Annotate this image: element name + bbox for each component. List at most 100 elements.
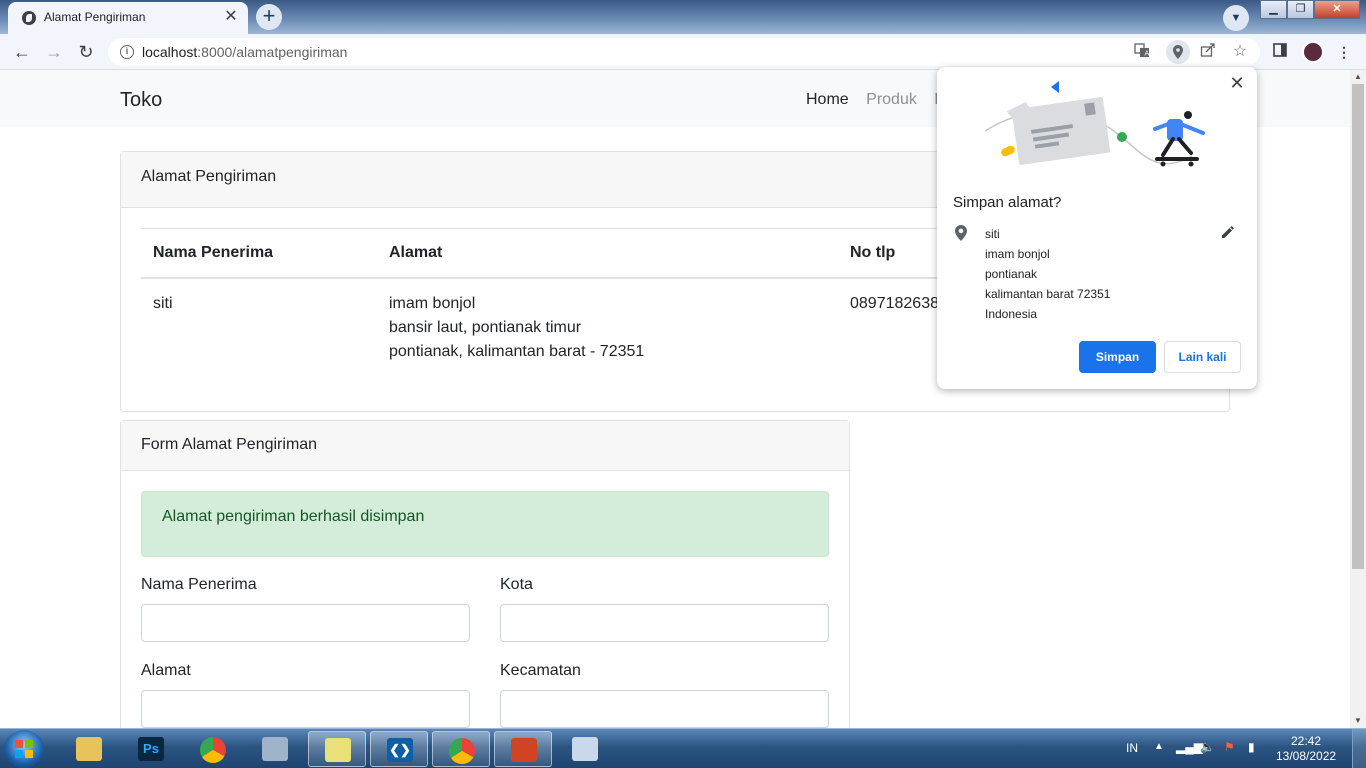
- tab-title: Alamat Pengiriman: [44, 10, 146, 24]
- popup-title: Simpan alamat?: [953, 194, 1062, 211]
- column-header-nama: Nama Penerima: [153, 244, 274, 261]
- taskbar-explorer[interactable]: [60, 731, 118, 767]
- keyboard-icon: [262, 737, 288, 761]
- address-bar[interactable]: i localhost:8000/alamatpengiriman A ☆: [108, 38, 1260, 66]
- form-card: Form Alamat Pengiriman Alamat pengiriman…: [120, 420, 850, 750]
- action-center-flag-icon[interactable]: ⚑: [1224, 740, 1235, 754]
- address-line: imam bonjol: [389, 295, 476, 312]
- taskbar-photoshop[interactable]: Ps: [122, 731, 180, 767]
- forward-arrow-icon[interactable]: →: [42, 40, 66, 64]
- clock-date: 13/08/2022: [1276, 749, 1337, 763]
- share-icon[interactable]: [1198, 42, 1218, 62]
- vscode-icon: ❮❯: [387, 738, 413, 762]
- tray-expand-icon[interactable]: ▲: [1154, 741, 1164, 752]
- scroll-thumb[interactable]: [1352, 84, 1364, 569]
- window-controls: ▁ ❐ ✕: [1260, 0, 1360, 19]
- form-card-header: Form Alamat Pengiriman: [121, 421, 849, 471]
- address-line: bansir laut, pontianak timur: [389, 319, 582, 336]
- browser-toolbar: ← → ↻ i localhost:8000/alamatpengiriman …: [0, 34, 1366, 70]
- powerpoint-icon: [511, 738, 537, 762]
- chrome-icon: [449, 738, 475, 764]
- taskbar-clock[interactable]: 22:42 13/08/2022: [1276, 734, 1336, 764]
- globe-icon: [22, 11, 36, 25]
- profile-avatar[interactable]: [1302, 41, 1324, 63]
- svg-text:A: A: [1145, 50, 1150, 58]
- popup-address-line: imam bonjol: [985, 247, 1050, 261]
- popup-address-line: pontianak: [985, 267, 1038, 281]
- side-panel-icon[interactable]: [1270, 42, 1290, 62]
- start-button[interactable]: [4, 730, 44, 768]
- column-header-tlp: No tlp: [850, 244, 896, 261]
- taskbar-powerpoint[interactable]: [494, 731, 552, 767]
- show-desktop-button[interactable]: [1352, 729, 1366, 768]
- url-path: :8000/alamatpengiriman: [197, 44, 348, 60]
- minimize-icon[interactable]: ▁: [1260, 0, 1287, 19]
- windows-taskbar: Ps ❮❯ IN ▲ ▂▄▆ 🔈 ⚑ ▮ 22:42 13/08/2022: [0, 728, 1366, 768]
- popup-address: siti imam bonjol pontianak kalimantan ba…: [985, 224, 1110, 324]
- browser-tab-bar: Alamat Pengiriman ✕ + ▼ ▁ ❐ ✕: [0, 0, 1366, 34]
- brand-logo[interactable]: Toko: [120, 89, 162, 112]
- url-host: localhost: [142, 44, 198, 60]
- tab-search-chevron-icon[interactable]: ▼: [1223, 5, 1249, 31]
- taskbar-keyboard[interactable]: [246, 731, 304, 767]
- save-button[interactable]: Simpan: [1079, 341, 1156, 373]
- column-header-alamat: Alamat: [389, 244, 443, 261]
- nama-penerima-input[interactable]: [141, 604, 470, 642]
- volume-icon[interactable]: 🔈: [1200, 740, 1215, 754]
- location-pin-icon[interactable]: [1166, 40, 1190, 64]
- site-info-icon[interactable]: i: [120, 45, 134, 59]
- alamat-input[interactable]: [141, 690, 470, 728]
- save-address-popup: ✕ Simpan alamat? siti imam bonjol pontia…: [937, 67, 1257, 389]
- cell-address: imam bonjol bansir laut, pontianak timur…: [389, 292, 644, 364]
- bookmark-star-icon[interactable]: ☆: [1230, 42, 1250, 62]
- cell-phone: 0897182638: [850, 295, 939, 312]
- paint-icon: [572, 737, 598, 761]
- kebab-menu-icon[interactable]: ⋮: [1334, 42, 1354, 62]
- taskbar-paint[interactable]: [556, 731, 614, 767]
- folder-icon: [76, 737, 102, 761]
- window-close-icon[interactable]: ✕: [1314, 0, 1360, 19]
- later-button[interactable]: Lain kali: [1164, 341, 1241, 373]
- clock-time: 22:42: [1290, 734, 1322, 748]
- popup-address-line: siti: [985, 227, 1000, 241]
- chrome-icon: [200, 737, 226, 763]
- taskbar-chrome-active[interactable]: [432, 731, 490, 767]
- nav-links: Home Produk K: [806, 91, 958, 109]
- tab-alamat-pengiriman[interactable]: Alamat Pengiriman ✕: [8, 2, 248, 34]
- mail-illustration-icon: [984, 81, 1205, 167]
- label-alamat: Alamat: [141, 662, 191, 679]
- cell-name: siti: [153, 295, 173, 312]
- language-indicator[interactable]: IN: [1126, 741, 1138, 755]
- edit-pencil-icon[interactable]: [1221, 225, 1235, 239]
- label-kota: Kota: [500, 576, 533, 593]
- power-icon[interactable]: ▮: [1248, 740, 1255, 754]
- popup-address-line: Indonesia: [985, 307, 1038, 321]
- location-pin-icon: [955, 225, 967, 241]
- tab-close-icon[interactable]: ✕: [222, 8, 240, 26]
- nav-home-link[interactable]: Home: [806, 91, 849, 108]
- translate-icon[interactable]: A: [1132, 42, 1152, 62]
- sticky-notes-icon: [325, 738, 351, 762]
- maximize-icon[interactable]: ❐: [1287, 0, 1314, 19]
- nav-produk-link[interactable]: Produk: [866, 91, 917, 108]
- taskbar-vscode[interactable]: ❮❯: [370, 731, 428, 767]
- scroll-down-arrow-icon[interactable]: ▼: [1350, 714, 1366, 728]
- reload-icon[interactable]: ↻: [74, 40, 98, 64]
- kecamatan-input[interactable]: [500, 690, 829, 728]
- signal-icon[interactable]: ▂▄▆: [1176, 740, 1203, 754]
- windows-logo-icon: [15, 740, 33, 758]
- kota-input[interactable]: [500, 604, 829, 642]
- taskbar-sticky-notes[interactable]: [308, 731, 366, 767]
- scroll-up-arrow-icon[interactable]: ▲: [1350, 70, 1366, 84]
- taskbar-chrome[interactable]: [184, 731, 242, 767]
- photoshop-icon: Ps: [138, 737, 164, 761]
- label-kecamatan: Kecamatan: [500, 662, 581, 679]
- new-tab-button[interactable]: +: [256, 4, 282, 30]
- success-alert: Alamat pengiriman berhasil disimpan: [141, 491, 829, 557]
- page-scrollbar[interactable]: ▲ ▼: [1350, 70, 1366, 728]
- address-line: pontianak, kalimantan barat - 72351: [389, 343, 645, 360]
- url-text[interactable]: localhost:8000/alamatpengiriman: [142, 44, 347, 60]
- popup-address-line: kalimantan barat 72351: [985, 287, 1111, 301]
- back-arrow-icon[interactable]: ←: [10, 40, 34, 64]
- popup-close-icon[interactable]: ✕: [1227, 73, 1247, 93]
